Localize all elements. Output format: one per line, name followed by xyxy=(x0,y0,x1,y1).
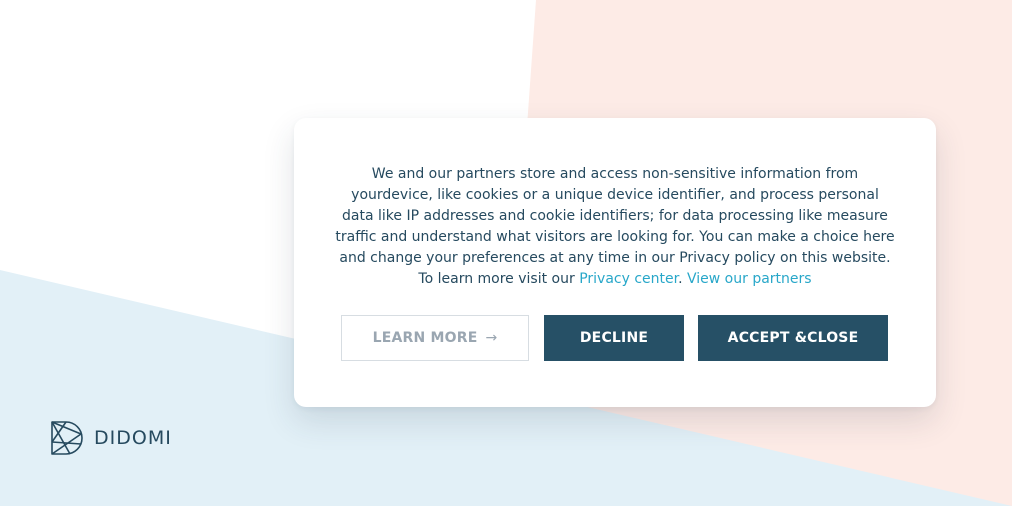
privacy-center-link[interactable]: Privacy center xyxy=(579,271,678,287)
consent-message: We and our partners store and access non… xyxy=(334,164,896,290)
brand-name: DIDOMI xyxy=(94,427,172,449)
didomi-logo-icon xyxy=(51,421,83,455)
view-partners-link[interactable]: View our partners xyxy=(687,271,812,287)
link-separator: . xyxy=(678,271,687,287)
consent-dialog: We and our partners store and access non… xyxy=(294,118,936,407)
decline-button[interactable]: DECLINE xyxy=(544,315,684,361)
learn-more-label: LEARN MORE xyxy=(372,330,478,346)
didomi-brand: DIDOMI xyxy=(50,420,172,456)
accept-label: ACCEPT &CLOSE xyxy=(727,330,859,346)
learn-more-button[interactable]: LEARN MORE → xyxy=(341,315,529,361)
decline-label: DECLINE xyxy=(579,330,649,346)
accept-close-button[interactable]: ACCEPT &CLOSE xyxy=(698,315,888,361)
arrow-right-icon: → xyxy=(485,330,498,346)
consent-text: We and our partners store and access non… xyxy=(335,166,895,287)
